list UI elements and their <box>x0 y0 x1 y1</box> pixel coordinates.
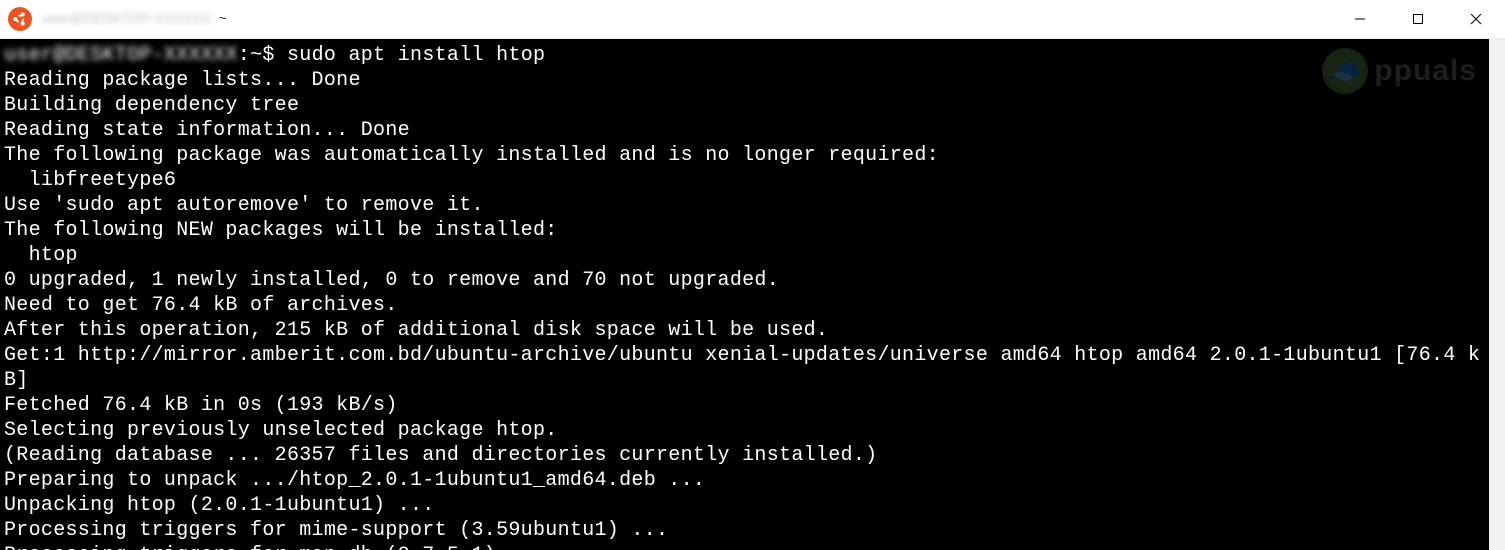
output-line: (Reading database ... 26357 files and di… <box>4 444 877 467</box>
minimize-button[interactable] <box>1331 0 1389 38</box>
output-line: libfreetype6 <box>4 169 176 192</box>
output-line: Reading package lists... Done <box>4 69 361 92</box>
output-line: Selecting previously unselected package … <box>4 419 558 442</box>
output-line: Unpacking htop (2.0.1-1ubuntu1) ... <box>4 494 435 517</box>
prompt-separator: : <box>238 44 250 67</box>
titlebar: user@DESKTOP-XXXXXX: ~ <box>0 0 1505 39</box>
prompt-command: sudo apt install htop <box>287 44 545 67</box>
output-line: The following NEW packages will be insta… <box>4 219 558 242</box>
output-line: Processing triggers for man-db (2.7.5-1)… <box>4 544 545 550</box>
maximize-icon <box>1412 13 1424 25</box>
minimize-icon <box>1354 13 1366 25</box>
prompt-symbol: $ <box>262 44 274 67</box>
output-line: The following package was automatically … <box>4 144 939 167</box>
window-title-suffix: ~ <box>215 10 227 26</box>
output-line: Building dependency tree <box>4 94 299 117</box>
titlebar-left: user@DESKTOP-XXXXXX: ~ <box>8 7 227 31</box>
close-icon <box>1470 13 1482 25</box>
output-line: Use 'sudo apt autoremove' to remove it. <box>4 194 484 217</box>
scrollbar-track[interactable] <box>1489 39 1505 550</box>
window-controls <box>1331 0 1505 38</box>
output-line: Preparing to unpack .../htop_2.0.1-1ubun… <box>4 469 705 492</box>
output-line: Get:1 http://mirror.amberit.com.bd/ubunt… <box>4 344 1480 392</box>
output-line: Need to get 76.4 kB of archives. <box>4 294 398 317</box>
output-line: Processing triggers for mime-support (3.… <box>4 519 668 542</box>
prompt-user-host: user@DESKTOP-XXXXXX <box>4 44 238 67</box>
output-line: After this operation, 215 kB of addition… <box>4 319 828 342</box>
ubuntu-icon <box>8 7 32 31</box>
prompt-path: ~ <box>250 44 262 67</box>
output-line: 0 upgraded, 1 newly installed, 0 to remo… <box>4 269 779 292</box>
maximize-button[interactable] <box>1389 0 1447 38</box>
window-title-blurred: user@DESKTOP-XXXXXX: <box>42 10 215 26</box>
output-line: Reading state information... Done <box>4 119 410 142</box>
close-button[interactable] <box>1447 0 1505 38</box>
terminal-output[interactable]: user@DESKTOP-XXXXXX:~$ sudo apt install … <box>0 39 1489 550</box>
output-line: htop <box>4 244 78 267</box>
output-line: Fetched 76.4 kB in 0s (193 kB/s) <box>4 394 398 417</box>
